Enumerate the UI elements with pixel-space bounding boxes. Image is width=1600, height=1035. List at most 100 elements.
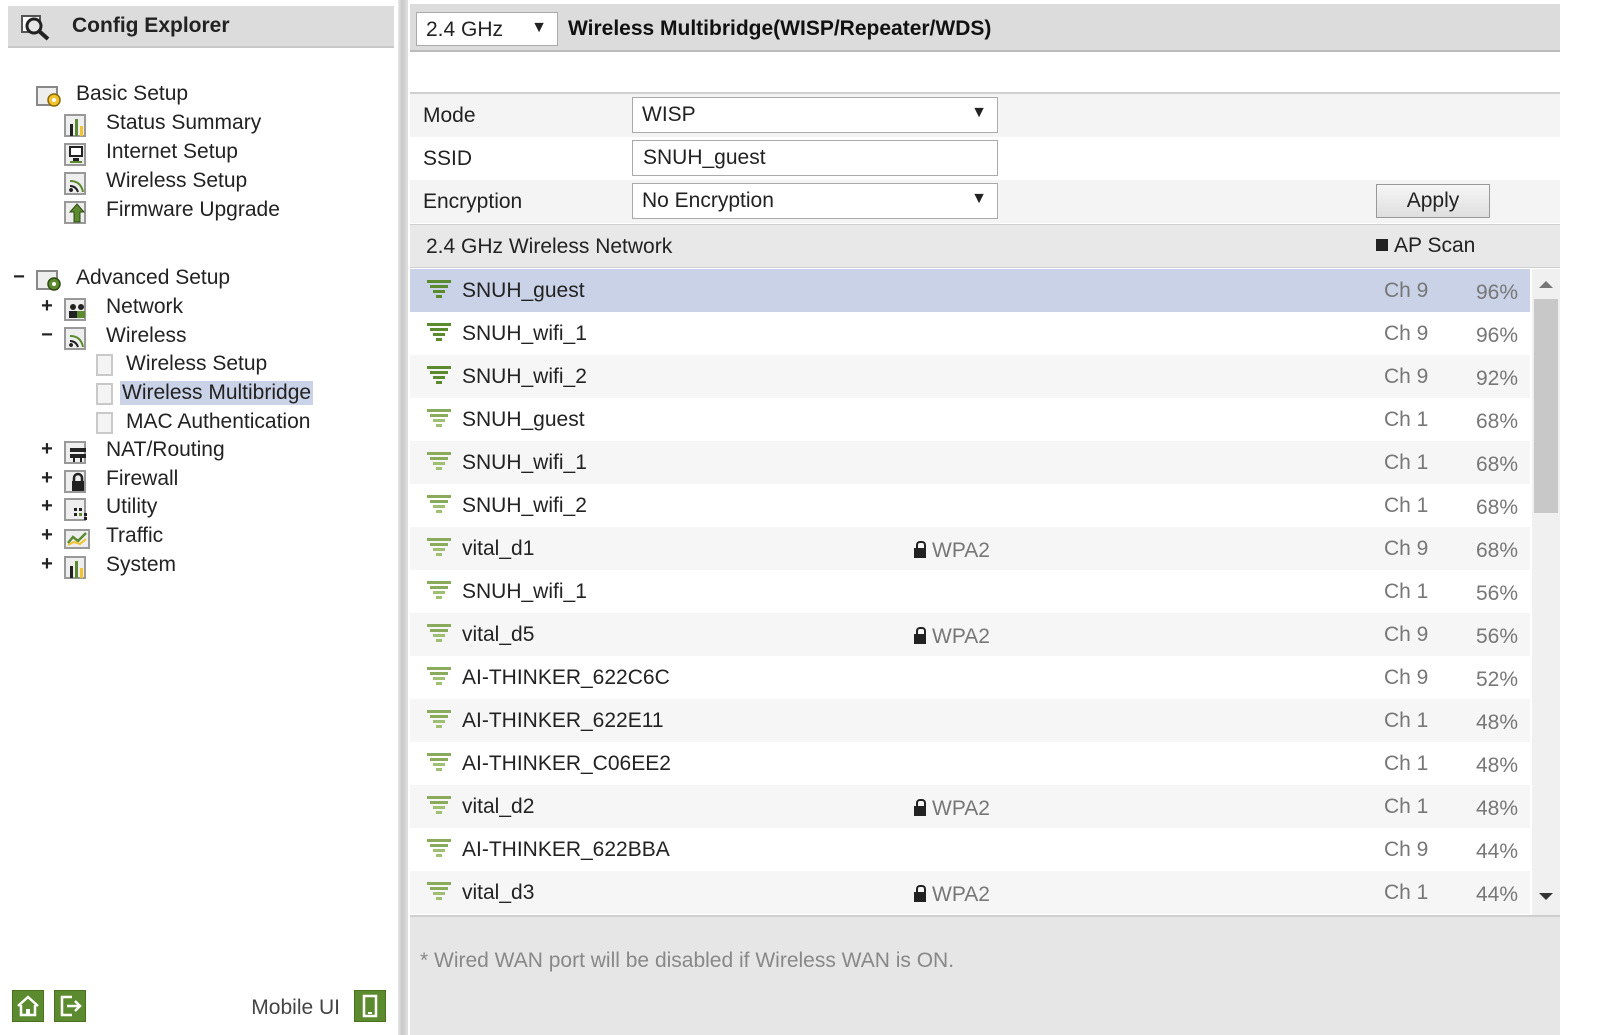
network-list-scrollbar[interactable] xyxy=(1532,269,1560,915)
network-row[interactable]: SNUH_wifi_2 Ch 9 92% xyxy=(410,355,1530,398)
expand-toggle[interactable]: + xyxy=(40,553,54,576)
network-ssid: vital_d5 xyxy=(462,623,535,646)
network-channel: Ch 9 xyxy=(1384,537,1429,560)
network-channel: Ch 9 xyxy=(1384,322,1429,345)
network-row[interactable]: AI-THINKER_622C6C Ch 9 52% xyxy=(410,656,1530,699)
collapse-toggle[interactable]: − xyxy=(40,324,54,347)
network-signal: 56% xyxy=(1476,582,1519,605)
network-ssid: SNUH_guest xyxy=(462,408,585,431)
network-channel: Ch 9 xyxy=(1384,279,1429,302)
expand-toggle[interactable]: + xyxy=(40,495,54,518)
network-row[interactable]: SNUH_guest Ch 9 96% xyxy=(410,269,1530,312)
network-list-header: 2.4 GHz Wireless Network AP Scan xyxy=(410,224,1560,268)
mobile-ui-button[interactable] xyxy=(354,990,386,1022)
lock-icon xyxy=(914,799,926,816)
mode-select[interactable]: WISP ▼ xyxy=(632,97,998,133)
lock-icon xyxy=(914,541,926,558)
scroll-down-icon[interactable] xyxy=(1539,893,1553,900)
panel-splitter[interactable] xyxy=(398,0,408,1035)
wifi-signal-bars-icon xyxy=(427,280,451,298)
network-security: WPA2 xyxy=(914,539,990,563)
wifi-signal-icon xyxy=(64,327,86,350)
folder-gear-icon xyxy=(36,86,61,107)
network-row[interactable]: SNUH_wifi_1 Ch 1 68% xyxy=(410,441,1530,484)
scroll-thumb[interactable] xyxy=(1534,299,1558,513)
network-row[interactable]: vital_d3 WPA2 Ch 1 44% xyxy=(410,871,1530,914)
magnifier-explorer-icon xyxy=(21,15,50,41)
network-security-label: WPA2 xyxy=(932,539,990,562)
network-list[interactable]: SNUH_guest Ch 9 96% SNUH_wifi_1 Ch 9 96% SNUH_… xyxy=(410,269,1560,915)
network-channel: Ch 9 xyxy=(1384,666,1429,689)
expand-toggle[interactable]: + xyxy=(40,295,54,318)
ssid-label: SSID xyxy=(423,147,473,170)
wifi-signal-bars-icon xyxy=(427,710,451,728)
network-row[interactable]: AI-THINKER_622E11 Ch 1 48% xyxy=(410,699,1530,742)
network-row[interactable]: SNUH_wifi_1 Ch 9 96% xyxy=(410,312,1530,355)
network-row[interactable]: AI-THINKER_C06EE2 Ch 1 48% xyxy=(410,742,1530,785)
network-channel: Ch 9 xyxy=(1384,623,1429,646)
network-row[interactable]: vital_d2 WPA2 Ch 1 48% xyxy=(410,785,1530,828)
network-signal: 52% xyxy=(1476,668,1519,691)
tree-advanced-setup-label: Advanced Setup xyxy=(76,266,231,289)
header-spacer xyxy=(410,52,1560,94)
utility-icon xyxy=(64,498,87,521)
network-signal: 48% xyxy=(1476,797,1519,820)
mobile-ui-label[interactable]: Mobile UI xyxy=(251,996,340,1020)
mode-row: Mode WISP ▼ xyxy=(410,94,1560,137)
expand-toggle[interactable]: + xyxy=(40,524,54,547)
tree-wireless-label: Wireless xyxy=(106,324,187,347)
encryption-label: Encryption xyxy=(423,190,523,213)
network-people-icon xyxy=(64,298,86,321)
mobile-phone-icon xyxy=(362,994,378,1018)
encryption-select[interactable]: No Encryption ▼ xyxy=(632,183,998,219)
network-ssid: SNUH_wifi_1 xyxy=(462,322,587,345)
network-ssid: SNUH_wifi_2 xyxy=(462,494,587,517)
network-channel: Ch 1 xyxy=(1384,752,1429,775)
mode-label: Mode xyxy=(423,104,476,127)
wifi-signal-bars-icon xyxy=(427,538,451,556)
network-row[interactable]: AI-THINKER_622BBA Ch 9 44% xyxy=(410,828,1530,871)
folder-gear-green-icon xyxy=(36,270,61,291)
network-signal: 56% xyxy=(1476,625,1519,648)
network-security-label: WPA2 xyxy=(932,883,990,906)
network-row[interactable]: vital_d1 WPA2 Ch 9 68% xyxy=(410,527,1530,570)
wifi-signal-bars-icon xyxy=(427,409,451,427)
panel-header: 2.4 GHz ▼ Wireless Multibridge(WISP/Repe… xyxy=(410,4,1560,52)
expand-toggle[interactable]: + xyxy=(40,438,54,461)
network-signal: 68% xyxy=(1476,410,1519,433)
band-select[interactable]: 2.4 GHz ▼ xyxy=(416,12,558,46)
traffic-chart-icon xyxy=(64,529,90,549)
scroll-up-icon[interactable] xyxy=(1539,281,1553,288)
network-row[interactable]: SNUH_wifi_1 Ch 1 56% xyxy=(410,570,1530,613)
network-ssid: AI-THINKER_622E11 xyxy=(462,709,664,732)
collapse-toggle[interactable]: − xyxy=(12,266,26,289)
network-ssid: vital_d2 xyxy=(462,795,535,818)
ap-scan-button[interactable]: AP Scan xyxy=(1376,234,1475,258)
home-button[interactable] xyxy=(12,990,44,1022)
network-channel: Ch 1 xyxy=(1384,795,1429,818)
lock-icon xyxy=(914,627,926,644)
tree-basic-setup-label: Basic Setup xyxy=(76,82,189,105)
tree-wireless-setup-label: Wireless Setup xyxy=(126,352,268,375)
dropdown-arrow-icon: ▼ xyxy=(531,19,547,36)
nat-icon xyxy=(64,441,86,464)
expand-toggle[interactable]: + xyxy=(40,467,54,490)
network-signal: 68% xyxy=(1476,453,1519,476)
network-row[interactable]: vital_d5 WPA2 Ch 9 56% xyxy=(410,613,1530,656)
scan-icon xyxy=(1376,239,1388,251)
logout-button[interactable] xyxy=(54,990,86,1022)
network-signal: 48% xyxy=(1476,711,1519,734)
network-row[interactable]: SNUH_wifi_2 Ch 1 68% xyxy=(410,484,1530,527)
network-row[interactable]: SNUH_guest Ch 1 68% xyxy=(410,398,1530,441)
ssid-input[interactable]: SNUH_guest xyxy=(632,140,998,176)
network-channel: Ch 1 xyxy=(1384,408,1429,431)
ssid-row: SSID SNUH_guest xyxy=(410,137,1560,180)
explorer-bottom-bar: Mobile UI xyxy=(12,990,388,1026)
network-ssid: AI-THINKER_622C6C xyxy=(462,666,670,689)
tree-firewall-label: Firewall xyxy=(106,467,179,490)
page-leaf-icon xyxy=(96,412,113,434)
network-ssid: vital_d1 xyxy=(462,537,535,560)
apply-button[interactable]: Apply xyxy=(1376,184,1490,218)
system-chart-icon xyxy=(64,556,86,579)
tree-firmware-upgrade-label: Firmware Upgrade xyxy=(106,198,280,221)
